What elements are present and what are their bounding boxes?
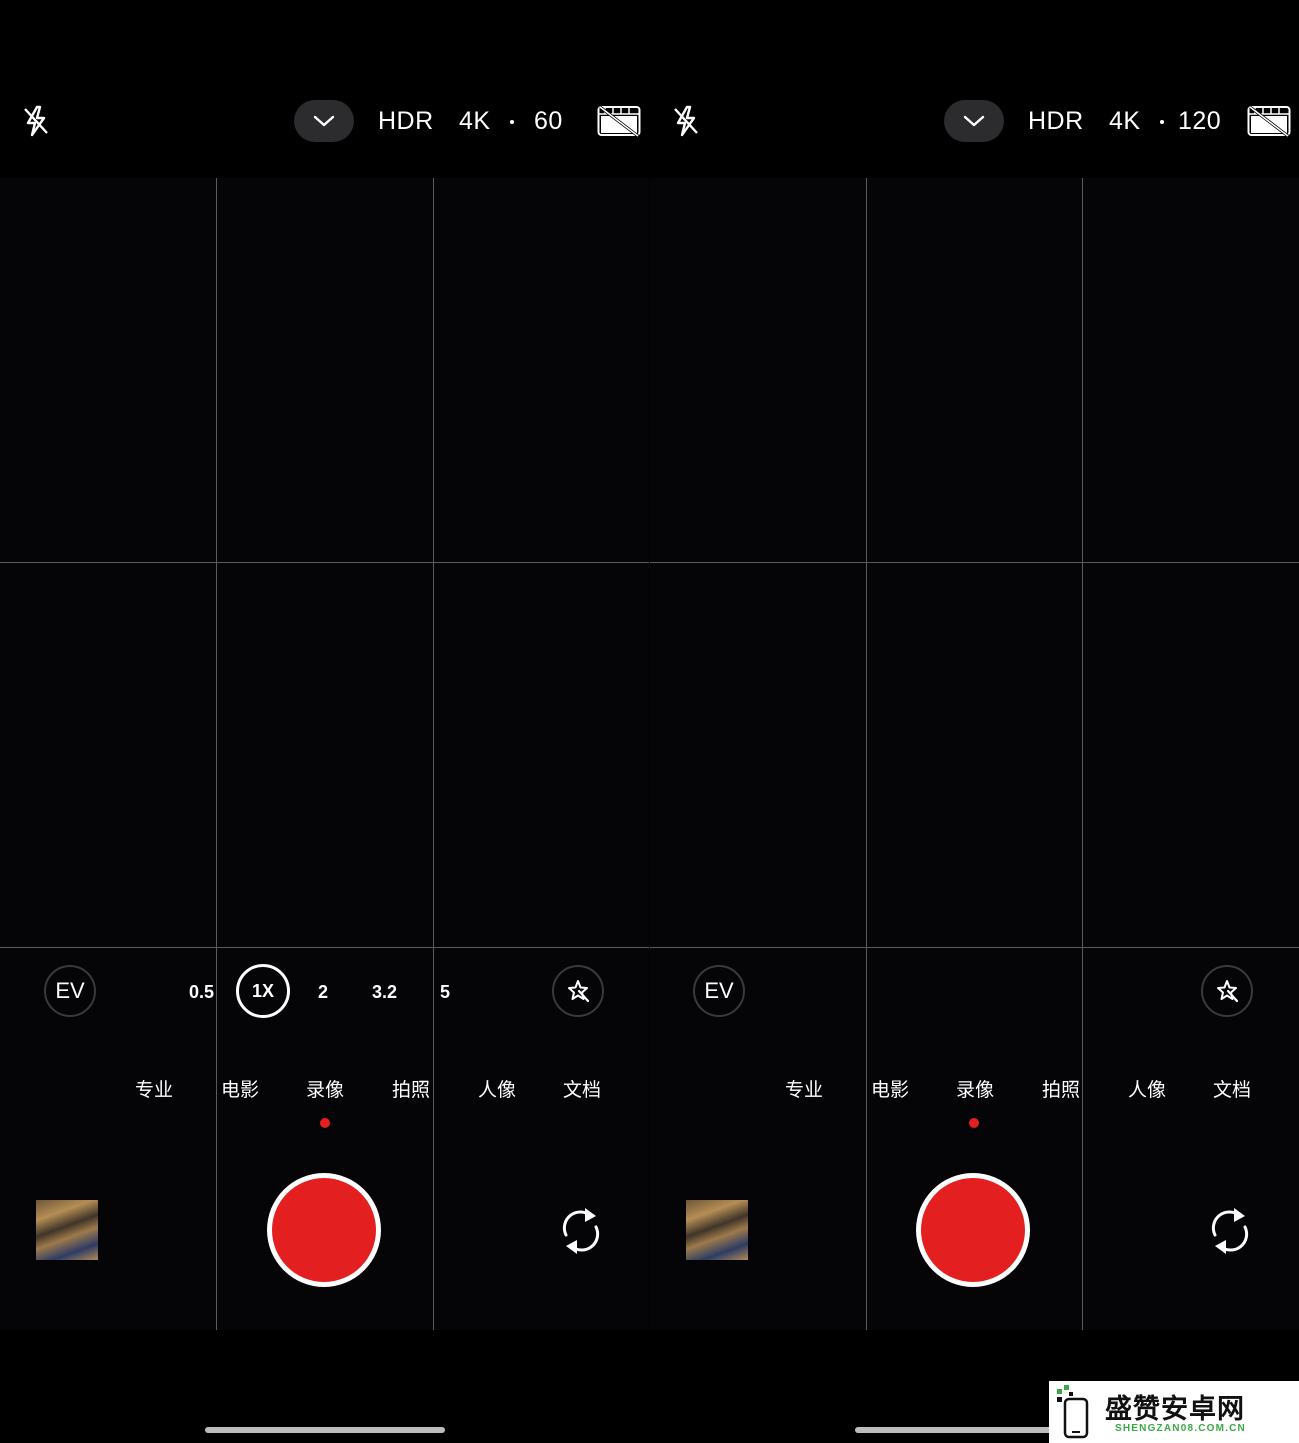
ai-filter-button[interactable]: [552, 965, 604, 1017]
settings-dropdown-button[interactable]: [944, 100, 1004, 142]
zoom-5[interactable]: 5: [440, 980, 450, 1004]
mode-pro[interactable]: 专业: [785, 1078, 823, 1104]
camera-top-bar: HDR 4K 60: [0, 92, 649, 152]
magic-star-icon: [568, 980, 590, 1003]
mode-video-active[interactable]: 录像: [956, 1078, 994, 1104]
switch-camera-icon[interactable]: [1205, 1202, 1255, 1260]
grid-line-horizontal: [0, 562, 649, 563]
frame-rate-label[interactable]: 60: [534, 106, 563, 136]
mode-document[interactable]: 文档: [563, 1078, 601, 1104]
mode-photo[interactable]: 拍照: [1042, 1078, 1080, 1104]
active-mode-indicator: [969, 1118, 979, 1128]
flash-off-icon[interactable]: [20, 104, 52, 138]
mode-photo[interactable]: 拍照: [392, 1078, 430, 1104]
grid-line-vertical: [433, 178, 434, 1330]
mode-portrait[interactable]: 人像: [478, 1078, 516, 1104]
record-button[interactable]: [267, 1173, 381, 1287]
magic-star-icon: [1217, 980, 1239, 1003]
viewfinder[interactable]: [0, 178, 649, 1330]
mode-portrait[interactable]: 人像: [1128, 1078, 1166, 1104]
active-mode-indicator: [320, 1118, 330, 1128]
camera-screen-120fps: HDR 4K 120 EV 专业 电影 录像 拍照 人像 文档: [650, 0, 1299, 1443]
grid-line-vertical: [216, 178, 217, 1330]
separator-dot: [510, 120, 514, 124]
hdr-toggle[interactable]: HDR: [1028, 106, 1084, 136]
chevron-down-icon: [963, 115, 985, 127]
record-button-core: [272, 1178, 376, 1282]
gallery-thumbnail[interactable]: [36, 1200, 98, 1260]
switch-camera-icon[interactable]: [556, 1202, 606, 1260]
ev-button[interactable]: EV: [693, 965, 745, 1017]
zoom-1x-active[interactable]: 1X: [236, 964, 290, 1018]
watermark-title: 盛赞安卓网: [1105, 1394, 1245, 1424]
ev-button[interactable]: EV: [44, 965, 96, 1017]
gallery-thumbnail[interactable]: [686, 1200, 748, 1260]
camera-screen-60fps: HDR 4K 60 EV 0.5 1X 2 3.2 5 专业 电影 录像 拍照 …: [0, 0, 649, 1443]
zoom-3-2[interactable]: 3.2: [372, 980, 397, 1004]
chevron-down-icon: [313, 115, 335, 127]
grid-line-horizontal: [650, 947, 1299, 948]
master-cinema-icon[interactable]: [597, 104, 641, 138]
watermark-subtitle: SHENGZAN08.COM.CN: [1115, 1423, 1246, 1434]
record-button-core: [921, 1178, 1025, 1282]
grid-line-vertical: [866, 178, 867, 1330]
mode-movie[interactable]: 电影: [871, 1078, 909, 1104]
home-indicator[interactable]: [205, 1427, 445, 1433]
grid-line-horizontal: [0, 947, 649, 948]
master-cinema-icon[interactable]: [1247, 104, 1291, 138]
grid-line-vertical: [1082, 178, 1083, 1330]
mode-pro[interactable]: 专业: [135, 1078, 173, 1104]
separator-dot: [1160, 120, 1164, 124]
mode-movie[interactable]: 电影: [221, 1078, 259, 1104]
site-watermark: 盛赞安卓网 SHENGZAN08.COM.CN: [1049, 1381, 1299, 1443]
camera-top-bar: HDR 4K 120: [650, 92, 1299, 152]
mode-video-active[interactable]: 录像: [306, 1078, 344, 1104]
phone-logo-icon: [1057, 1385, 1089, 1439]
zoom-2[interactable]: 2: [318, 980, 328, 1004]
hdr-toggle[interactable]: HDR: [378, 106, 434, 136]
resolution-label[interactable]: 4K: [1109, 106, 1141, 136]
ai-filter-button[interactable]: [1201, 965, 1253, 1017]
zoom-0-5[interactable]: 0.5: [189, 980, 214, 1004]
settings-dropdown-button[interactable]: [294, 100, 354, 142]
resolution-label[interactable]: 4K: [459, 106, 491, 136]
mode-document[interactable]: 文档: [1213, 1078, 1251, 1104]
viewfinder[interactable]: [650, 178, 1299, 1330]
flash-off-icon[interactable]: [670, 104, 702, 138]
grid-line-horizontal: [650, 562, 1299, 563]
record-button[interactable]: [916, 1173, 1030, 1287]
frame-rate-label[interactable]: 120: [1178, 106, 1221, 136]
